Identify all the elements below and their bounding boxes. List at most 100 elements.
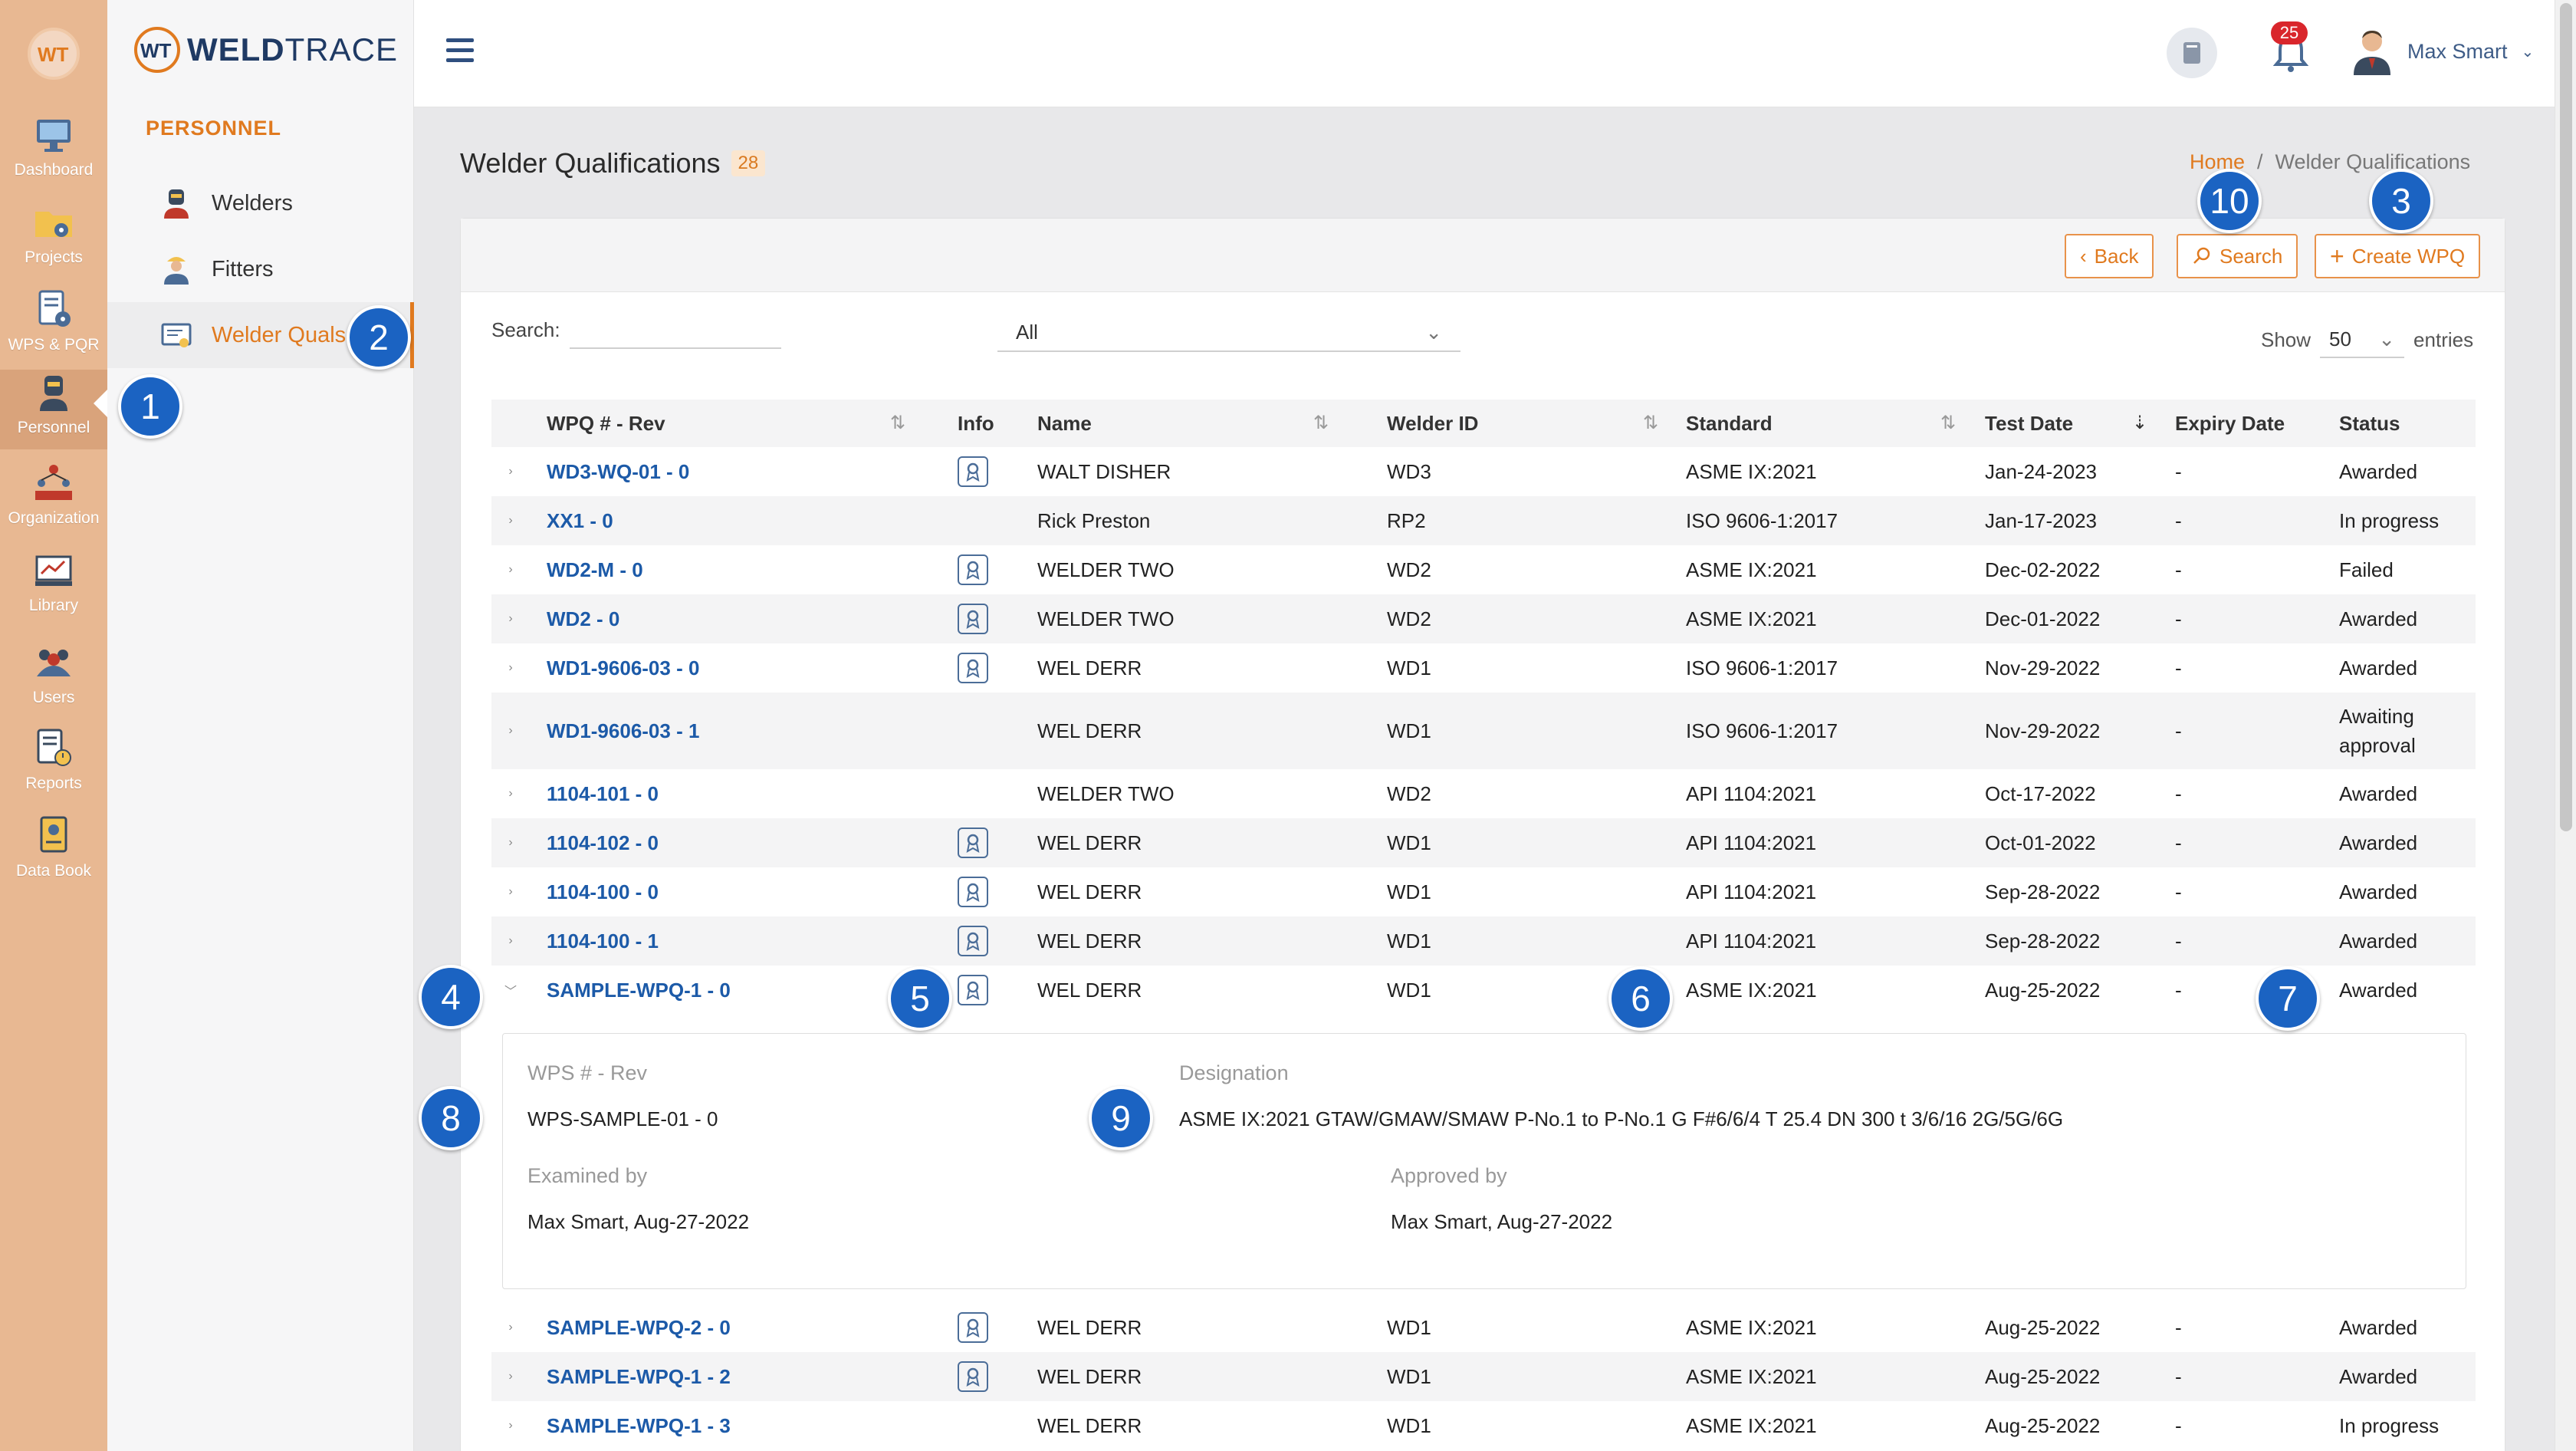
wpq-link[interactable]: WD2-M - 0: [547, 545, 643, 594]
welder-id: WD3: [1387, 459, 1431, 483]
table-row[interactable]: ﹀ SAMPLE-WPQ-1 - 0 WEL DERR WD1 ASME IX:2021…: [491, 966, 2476, 1015]
rail-item-wps-pqr[interactable]: WPS & PQR: [0, 287, 107, 367]
table-row[interactable]: › WD3-WQ-01 - 0 WALT DISHER WD3 ASME IX:2021…: [491, 447, 2476, 496]
qualification-badge-icon[interactable]: [958, 1312, 988, 1343]
wpq-link[interactable]: SAMPLE-WPQ-2 - 0: [547, 1303, 731, 1352]
rail-item-organization[interactable]: Organization: [0, 460, 107, 540]
table-row[interactable]: › 1104-100 - 0 WEL DERR WD1 API 1104:2021 Sep…: [491, 867, 2476, 916]
col-welder-id[interactable]: Welder ID: [1387, 400, 1478, 447]
wpq-link[interactable]: 1104-101 - 0: [547, 769, 659, 818]
col-wpq[interactable]: WPQ # - Rev: [547, 400, 665, 447]
status: In progress: [2339, 1413, 2440, 1437]
wpq-link[interactable]: WD1-9606-03 - 1: [547, 693, 699, 769]
qualification-badge-icon[interactable]: [958, 604, 988, 634]
wpq-link[interactable]: WD1-9606-03 - 0: [547, 643, 699, 693]
table-row[interactable]: › XX1 - 0 Rick Preston RP2 ISO 9606-1:2017 Ja…: [491, 496, 2476, 545]
wpq-link[interactable]: WD2 - 0: [547, 594, 619, 643]
col-standard[interactable]: Standard: [1686, 400, 1773, 447]
sort-icon[interactable]: ⇅: [1313, 412, 1329, 434]
wpq-link[interactable]: XX1 - 0: [547, 496, 613, 545]
scroll-thumb[interactable]: [2560, 3, 2572, 831]
chevron-right-icon[interactable]: ›: [499, 693, 522, 769]
table-row[interactable]: › SAMPLE-WPQ-2 - 0 WEL DERR WD1 ASME IX:2021…: [491, 1303, 2476, 1352]
status: Failed: [2339, 558, 2394, 581]
fitter-icon: [164, 257, 189, 285]
chevron-right-icon[interactable]: ›: [499, 447, 522, 496]
rail-item-data-book[interactable]: Data Book: [0, 813, 107, 893]
table-row[interactable]: › WD2 - 0 WELDER TWO WD2 ASME IX:2021 Dec-01-…: [491, 594, 2476, 643]
table-row[interactable]: › 1104-100 - 1 WEL DERR WD1 API 1104:2021 Sep…: [491, 916, 2476, 966]
wpq-link[interactable]: WD3-WQ-01 - 0: [547, 447, 689, 496]
chevron-right-icon[interactable]: ›: [499, 1303, 522, 1352]
col-expiry-date[interactable]: Expiry Date: [2175, 400, 2285, 447]
col-status[interactable]: Status: [2339, 400, 2400, 447]
sort-icon[interactable]: ⇅: [1940, 412, 1956, 434]
rail-label: WPS & PQR: [8, 336, 100, 354]
subnav-item-welders[interactable]: Welders: [107, 170, 414, 236]
col-test-date[interactable]: Test Date: [1985, 400, 2073, 447]
qualification-badge-icon[interactable]: [958, 827, 988, 858]
table-row[interactable]: › SAMPLE-WPQ-1 - 2 WEL DERR WD1 ASME IX:2021…: [491, 1352, 2476, 1401]
status: Awarded: [2339, 831, 2418, 854]
chevron-right-icon[interactable]: ›: [499, 643, 522, 693]
page-scrollbar[interactable]: [2555, 0, 2576, 1451]
app-logo-icon[interactable]: WT: [28, 28, 80, 80]
callout-marker: 6: [1608, 966, 1673, 1031]
table-row[interactable]: › 1104-101 - 0 WELDER TWO WD2 API 1104:2021 O…: [491, 769, 2476, 818]
organization-icon: [35, 465, 72, 500]
wpq-link[interactable]: 1104-102 - 0: [547, 818, 659, 867]
table-row[interactable]: › SAMPLE-WPQ-1 - 3 WEL DERR WD1 ASME IX:2021…: [491, 1401, 2476, 1450]
table-row[interactable]: › WD1-9606-03 - 0 WEL DERR WD1 ISO 9606-1:20…: [491, 643, 2476, 693]
search-button[interactable]: Search: [2177, 234, 2298, 278]
table-row[interactable]: › WD2-M - 0 WELDER TWO WD2 ASME IX:2021 Dec-0…: [491, 545, 2476, 594]
user-menu[interactable]: Max Smart ⌄: [2351, 28, 2534, 75]
wpq-link[interactable]: 1104-100 - 1: [547, 916, 659, 966]
status-filter-select[interactable]: All ⌄: [997, 314, 1460, 352]
sort-icon[interactable]: ⇅: [890, 412, 905, 434]
rail-item-users[interactable]: Users: [0, 640, 107, 719]
chevron-right-icon[interactable]: ›: [499, 916, 522, 966]
welder-id: WD1: [1387, 831, 1431, 854]
col-name[interactable]: Name: [1037, 400, 1092, 447]
menu-toggle-icon[interactable]: [446, 38, 474, 64]
chevron-right-icon[interactable]: ›: [499, 769, 522, 818]
book-button[interactable]: [2167, 28, 2217, 78]
qualification-badge-icon[interactable]: [958, 456, 988, 487]
wpq-link[interactable]: SAMPLE-WPQ-1 - 2: [547, 1352, 731, 1401]
page-size-select[interactable]: 50 ⌄: [2320, 321, 2405, 358]
report-clock-icon: [37, 729, 71, 766]
chevron-down-icon[interactable]: ﹀: [499, 966, 522, 1015]
qualification-badge-icon[interactable]: [958, 653, 988, 683]
welder-id: WD1: [1387, 1413, 1431, 1437]
qualification-badge-icon[interactable]: [958, 1361, 988, 1392]
chevron-right-icon[interactable]: ›: [499, 496, 522, 545]
wpq-link[interactable]: SAMPLE-WPQ-1 - 3: [547, 1401, 731, 1450]
table-row[interactable]: › WD1-9606-03 - 1 WEL DERR WD1 ISO 9606-1:20…: [491, 693, 2476, 769]
back-button[interactable]: ‹ Back: [2065, 234, 2154, 278]
sort-desc-icon[interactable]: ⇣: [2132, 412, 2147, 434]
brand-logo[interactable]: WT WELDTRACE: [133, 26, 398, 74]
qualification-badge-icon[interactable]: [958, 554, 988, 585]
rail-item-projects[interactable]: Projects: [0, 199, 107, 279]
chevron-right-icon[interactable]: ›: [499, 1401, 522, 1450]
chevron-right-icon[interactable]: ›: [499, 545, 522, 594]
chevron-right-icon[interactable]: ›: [499, 1352, 522, 1401]
chevron-right-icon[interactable]: ›: [499, 594, 522, 643]
sort-icon[interactable]: ⇅: [1643, 412, 1658, 434]
rail-item-dashboard[interactable]: Dashboard: [0, 112, 107, 192]
rail-item-reports[interactable]: Reports: [0, 726, 107, 805]
monitor-icon: [37, 120, 71, 152]
subnav-item-fitters[interactable]: Fitters: [107, 236, 414, 302]
qualification-badge-icon[interactable]: [958, 877, 988, 907]
table-row[interactable]: › 1104-102 - 0 WEL DERR WD1 API 1104:2021 Oct…: [491, 818, 2476, 867]
create-wpq-button[interactable]: + Create WPQ: [2315, 234, 2481, 278]
qualification-badge-icon[interactable]: [958, 926, 988, 956]
qualification-badge-icon[interactable]: [958, 975, 988, 1005]
wpq-link[interactable]: 1104-100 - 0: [547, 867, 659, 916]
chevron-right-icon[interactable]: ›: [499, 818, 522, 867]
chevron-right-icon[interactable]: ›: [499, 867, 522, 916]
rail-item-personnel[interactable]: Personnel: [0, 370, 107, 449]
search-input[interactable]: [570, 315, 781, 349]
wpq-link[interactable]: SAMPLE-WPQ-1 - 0: [547, 966, 731, 1015]
rail-item-library[interactable]: Library: [0, 548, 107, 627]
